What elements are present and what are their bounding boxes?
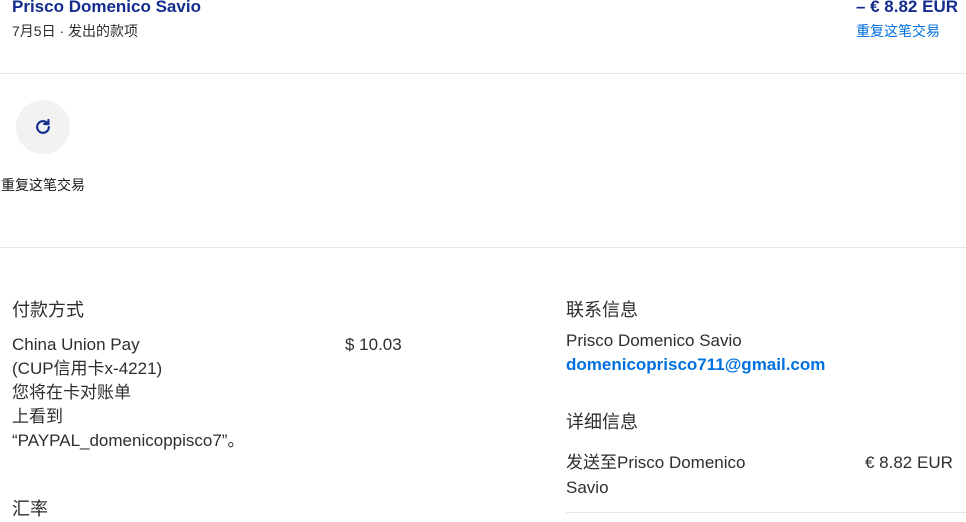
details-title: 详细信息 bbox=[566, 412, 638, 432]
merchant-name: Prisco Domenico Savio bbox=[12, 0, 201, 16]
payment-method-line-3: 您将在卡对账单 bbox=[12, 383, 131, 402]
payment-method-line-4: 上看到 bbox=[12, 407, 63, 426]
payment-method-title: 付款方式 bbox=[12, 300, 84, 320]
contact-name: Prisco Domenico Savio bbox=[566, 331, 742, 350]
sent-to-line-2: Savio bbox=[566, 478, 609, 497]
repeat-transaction-label: 重复这笔交易 bbox=[1, 177, 85, 193]
payment-method-line-5: “PAYPAL_domenicopрisco7”。 bbox=[12, 431, 245, 450]
details-divider bbox=[566, 512, 966, 513]
payment-amount: $ 10.03 bbox=[345, 335, 402, 354]
repeat-transaction-action[interactable]: 重复这笔交易 bbox=[0, 100, 86, 196]
contact-email-link[interactable]: domenicoprisco711@gmail.com bbox=[566, 355, 825, 375]
transaction-header: Prisco Domenico Savio 7月5日 · 发出的款项 – € 8… bbox=[0, 0, 966, 74]
payment-method-line-2: (CUP信用卡x-4221) bbox=[12, 359, 163, 378]
repeat-transaction-link[interactable]: 重复这笔交易 bbox=[856, 21, 940, 41]
transaction-date-type: 7月5日 · 发出的款项 bbox=[12, 23, 139, 39]
repeat-transaction-button[interactable] bbox=[16, 100, 70, 154]
action-divider bbox=[0, 247, 966, 248]
transaction-amount: – € 8.82 EUR bbox=[855, 0, 958, 16]
refresh-icon bbox=[36, 118, 50, 134]
sent-to-line-1: 发送至Prisco Domenico bbox=[566, 453, 746, 472]
contact-info-title: 联系信息 bbox=[566, 300, 638, 320]
header-divider bbox=[0, 73, 966, 74]
exchange-rate-title: 汇率 bbox=[12, 499, 48, 519]
payment-method-line-1: China Union Pay bbox=[12, 335, 140, 354]
transaction-details-page: Prisco Domenico Savio 7月5日 · 发出的款项 – € 8… bbox=[0, 0, 966, 522]
details-amount: € 8.82 EUR bbox=[865, 453, 953, 472]
